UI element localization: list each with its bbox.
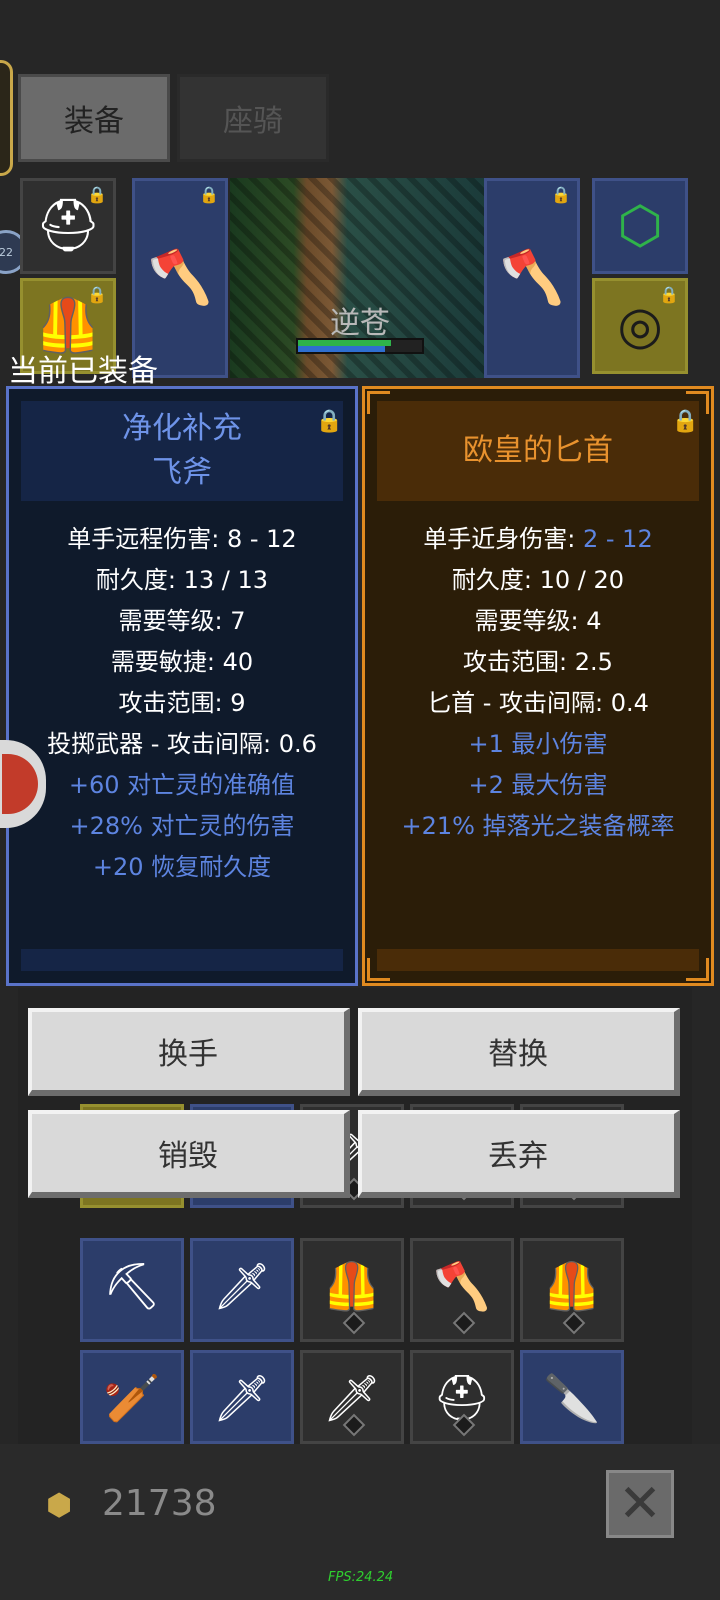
replace-button[interactable]: 替换	[358, 1008, 680, 1096]
tab-mount[interactable]: 座骑	[177, 74, 329, 162]
inventory-slot[interactable]: 🗡	[190, 1238, 294, 1342]
sword-icon: 🗡	[212, 1259, 272, 1313]
stat-line: 需要敏捷: 40	[110, 648, 254, 676]
gold-coins-icon: ⬢	[46, 1488, 73, 1523]
inventory-slot[interactable]: 🗡	[300, 1350, 404, 1444]
item-title: 欧皇的匕首	[463, 433, 613, 468]
discard-button[interactable]: 丢弃	[358, 1110, 680, 1198]
item-stats: 单手近身伤害: 2 - 12 耐久度: 10 / 20 需要等级: 4 攻击范围…	[365, 519, 711, 847]
hero-name: 逆苍	[330, 306, 390, 341]
pickaxe-icon: ⛏	[102, 1259, 162, 1313]
close-icon: ✕	[618, 1474, 662, 1534]
stat-line: 投掷武器 - 攻击间隔: 0.6	[47, 730, 317, 758]
lock-icon: 🔒	[659, 285, 679, 304]
stat-line: +1 最小伤害	[468, 730, 608, 758]
axe-icon: 🪓	[499, 248, 565, 308]
stat-line: 攻击范围: 2.5	[463, 648, 613, 676]
stat-line: 需要等级: 4	[474, 607, 602, 635]
lock-icon: 🔒	[551, 185, 571, 204]
stat-line: +20 恢复耐久度	[92, 853, 272, 881]
compare-item-card: 欧皇的匕首 🔒 单手近身伤害: 2 - 12 耐久度: 10 / 20 需要等级…	[362, 386, 714, 986]
inventory-slot[interactable]: ⛑	[410, 1350, 514, 1444]
lock-icon[interactable]: 🔒	[316, 409, 343, 434]
inventory-slot[interactable]: 🗡	[190, 1350, 294, 1444]
inventory-slot[interactable]: ⛏	[80, 1238, 184, 1342]
club-icon: 🏏	[103, 1371, 161, 1425]
item-header: 欧皇的匕首	[377, 401, 699, 501]
fps-counter: FPS:24.24	[328, 1570, 394, 1585]
stat-line: +28% 对亡灵的伤害	[69, 812, 295, 840]
inventory-slot[interactable]: 🏏	[80, 1350, 184, 1444]
left-edge-frame	[0, 60, 13, 176]
armor-icon: 🦺	[543, 1259, 601, 1313]
equipped-label: 当前已装备	[8, 354, 158, 389]
gem-socket-icon	[452, 1311, 476, 1335]
item-title-line2: 飞斧	[152, 455, 212, 490]
stat-line: 匕首 - 攻击间隔: 0.4	[427, 689, 649, 717]
item-title-line1: 净化补充	[122, 411, 242, 446]
item-stats: 单手远程伤害: 8 - 12 耐久度: 13 / 13 需要等级: 7 需要敏捷…	[9, 519, 355, 888]
stat-line: +60 对亡灵的准确值	[68, 771, 296, 799]
mp-bar	[298, 346, 385, 352]
lock-icon: 🔒	[87, 285, 107, 304]
slot-helmet[interactable]: ⛑ 🔒	[20, 178, 116, 274]
slot-ring[interactable]: ◎ 🔒	[592, 278, 688, 374]
stat-line: +21% 掉落光之装备概率	[401, 812, 675, 840]
stat-line: 需要等级: 7	[118, 607, 246, 635]
stat-line: +2 最大伤害	[468, 771, 608, 799]
lock-icon: 🔒	[87, 185, 107, 204]
axe-icon: 🪓	[147, 248, 213, 308]
tab-equipment[interactable]: 装备	[18, 74, 170, 162]
potion-icon	[2, 754, 38, 814]
slot-amulet[interactable]: ⬡	[592, 178, 688, 274]
card-footer	[377, 949, 699, 971]
inventory-slot[interactable]: 🦺	[520, 1238, 624, 1342]
dagger-icon: 🔪	[543, 1371, 601, 1425]
stat-line: 单手远程伤害: 8 - 12	[67, 525, 297, 553]
inventory-slot[interactable]: 🦺	[300, 1238, 404, 1342]
gold-amount: 21738	[102, 1483, 217, 1524]
helmet-icon: ⛑	[34, 196, 101, 256]
swap-hand-button[interactable]: 换手	[28, 1008, 350, 1096]
armor-icon: 🦺	[35, 296, 101, 356]
stat-value: 2 - 12	[582, 525, 653, 553]
axe-icon: 🪓	[433, 1259, 491, 1313]
hero-bars	[296, 338, 424, 354]
armor-icon: 🦺	[323, 1259, 381, 1313]
gem-socket-icon	[342, 1311, 366, 1335]
close-button[interactable]: ✕	[606, 1470, 674, 1538]
ring-icon: ◎	[617, 296, 663, 356]
stat-line: 耐久度: 13 / 13	[95, 566, 269, 594]
lock-icon[interactable]: 🔒	[672, 409, 699, 434]
destroy-button[interactable]: 销毁	[28, 1110, 350, 1198]
sword-icon: 🗡	[212, 1371, 272, 1425]
inventory-slot[interactable]: 🪓	[410, 1238, 514, 1342]
gem-socket-icon	[562, 1311, 586, 1335]
inventory-slot[interactable]: 🔪	[520, 1350, 624, 1444]
card-footer	[21, 949, 343, 971]
stat-line: 攻击范围: 9	[118, 689, 246, 717]
stat-label: 单手近身伤害:	[423, 525, 583, 553]
equipped-item-card: 净化补充 飞斧 🔒 单手远程伤害: 8 - 12 耐久度: 13 / 13 需要…	[6, 386, 358, 986]
stat-line: 耐久度: 10 / 20	[451, 566, 625, 594]
lock-icon: 🔒	[199, 185, 219, 204]
item-header: 净化补充 飞斧	[21, 401, 343, 501]
stat-line: 单手近身伤害: 2 - 12	[365, 519, 711, 560]
amulet-icon: ⬡	[617, 196, 663, 256]
slot-off-hand[interactable]: 🪓 🔒	[484, 178, 580, 378]
